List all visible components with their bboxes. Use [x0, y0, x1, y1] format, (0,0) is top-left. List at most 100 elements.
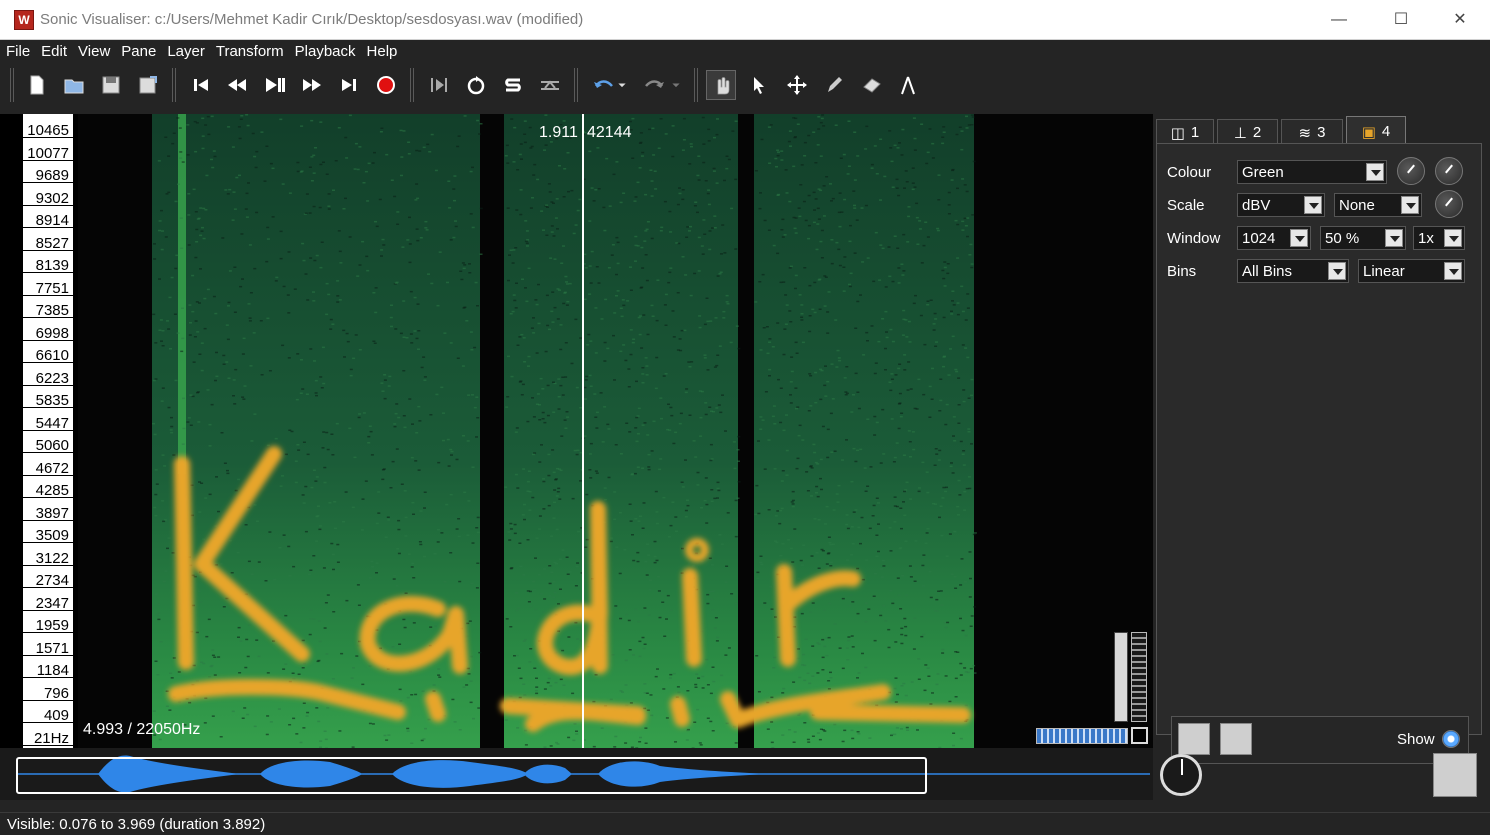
normalization-select[interactable]: None [1334, 193, 1422, 217]
bins-label: Bins [1167, 263, 1197, 280]
new-file-icon [30, 75, 44, 95]
colour-label: Colour [1167, 164, 1212, 181]
draw-tool-icon [828, 77, 842, 92]
playback-speed-dial[interactable] [1160, 754, 1202, 796]
chevron-down-icon [1366, 163, 1384, 181]
loop-button[interactable] [461, 70, 491, 100]
layer-colour-button[interactable] [1220, 723, 1252, 755]
bins-select[interactable]: All Bins [1237, 259, 1349, 283]
menu-edit[interactable]: Edit [35, 40, 72, 64]
window-overlap-select[interactable]: 50 % [1320, 226, 1406, 250]
undo-history-dropdown[interactable] [614, 70, 630, 100]
frequency-tick-label: 3897 [35, 504, 69, 522]
status-text: Visible: 0.076 to 3.969 (duration 3.892) [7, 816, 266, 833]
record-button[interactable] [371, 70, 401, 100]
layer-tabs: ◫ 1 ⊥ 2 ≋ 3 ▣ 4 [1156, 116, 1482, 146]
vertical-zoom-slider[interactable] [1114, 632, 1128, 722]
rewind-start-icon [194, 79, 208, 91]
frequency-tick-label: 10077 [27, 144, 69, 162]
playback-meter-button[interactable] [1178, 723, 1210, 755]
menu-help[interactable]: Help [361, 40, 403, 64]
menu-view[interactable]: View [72, 40, 115, 64]
menu-playback[interactable]: Playback [289, 40, 361, 64]
redo-button[interactable] [640, 70, 670, 100]
menu-file[interactable]: File [0, 40, 35, 64]
open-button[interactable] [59, 70, 89, 100]
play-pause-button[interactable] [260, 70, 290, 100]
window-label: Window [1167, 230, 1221, 247]
threshold-dial[interactable] [1435, 157, 1463, 185]
spectrogram-view[interactable] [78, 114, 1153, 748]
fast-forward-end-button[interactable] [334, 70, 364, 100]
playback-cursor[interactable] [582, 114, 584, 748]
overview-strip[interactable] [0, 748, 1153, 800]
tab-pane-1[interactable]: ◫ 1 [1156, 119, 1214, 145]
toolbar [0, 64, 1490, 106]
chevron-down-icon [1401, 196, 1419, 214]
rewind-start-button[interactable] [186, 70, 216, 100]
navigate-tool-button[interactable] [706, 70, 736, 100]
follow-playback-button[interactable] [535, 70, 565, 100]
chevron-down-icon [1444, 262, 1462, 280]
chevron-down-icon [1328, 262, 1346, 280]
new-file-button[interactable] [22, 70, 52, 100]
solo-button[interactable] [498, 70, 528, 100]
chevron-down-icon [1444, 229, 1462, 247]
tab-waveform-3[interactable]: ≋ 3 [1281, 119, 1343, 145]
draw-tool-button[interactable] [819, 70, 849, 100]
save-as-button[interactable] [133, 70, 163, 100]
scale-select[interactable]: dBV [1237, 193, 1325, 217]
frequency-scale-select[interactable]: Linear [1358, 259, 1465, 283]
app-icon: W [14, 10, 34, 30]
frequency-tick-label: 5835 [35, 392, 69, 410]
menu-pane[interactable]: Pane [115, 40, 161, 64]
frequency-tick-label: 6223 [35, 369, 69, 387]
show-toggle[interactable] [1442, 730, 1460, 748]
tab-spectrogram-4[interactable]: ▣ 4 [1346, 116, 1406, 146]
constrain-playback-button[interactable] [424, 70, 454, 100]
play-pause-icon [266, 78, 285, 92]
select-tool-button[interactable] [744, 70, 774, 100]
measure-tool-button[interactable] [893, 70, 923, 100]
close-button[interactable]: ✕ [1437, 4, 1483, 36]
zoom-reset-button[interactable] [1131, 727, 1148, 744]
fast-forward-button[interactable] [297, 70, 327, 100]
menu-transform[interactable]: Transform [210, 40, 289, 64]
overview-visible-region[interactable] [16, 757, 927, 794]
layer-property-panel: ◫ 1 ⊥ 2 ≋ 3 ▣ 4 Colour Green Scale dBV None … [1153, 114, 1490, 800]
toolbar-separator [694, 68, 698, 102]
frequency-tick-label: 6610 [35, 347, 69, 365]
chevron-down-icon [1304, 196, 1322, 214]
tab-ruler-2[interactable]: ⊥ 2 [1217, 119, 1278, 145]
spectrogram-image [152, 114, 977, 748]
colour-rotation-dial[interactable] [1435, 190, 1463, 218]
frequency-tick-label: 4285 [35, 482, 69, 500]
colour-select[interactable]: Green [1237, 160, 1387, 184]
record-icon [377, 76, 395, 94]
save-button[interactable] [96, 70, 126, 100]
vertical-zoom-wheel[interactable] [1131, 632, 1147, 722]
move-tool-button[interactable] [782, 70, 812, 100]
navigate-tool-icon [717, 77, 730, 95]
horizontal-zoom-wheel[interactable] [1036, 728, 1128, 744]
spectrogram-pane[interactable]: 10465 10077 9689 9302 8914 8527 8139 7751 7385 69… [0, 114, 1153, 748]
sonic-visualiser-window: W Sonic Visualiser: c:/Users/Mehmet Kadi… [0, 0, 1490, 835]
rewind-button[interactable] [222, 70, 252, 100]
redo-history-dropdown[interactable] [668, 70, 684, 100]
pane-readout: 4.993 / 22050Hz [83, 721, 201, 738]
gain-dial[interactable] [1397, 157, 1425, 185]
chevron-down-icon [1385, 229, 1403, 247]
redo-icon [645, 80, 664, 88]
frequency-tick-label: 6998 [35, 324, 69, 342]
show-label: Show [1397, 731, 1435, 748]
output-level-meter[interactable] [1433, 753, 1477, 797]
menu-layer[interactable]: Layer [161, 40, 210, 64]
oversampling-select[interactable]: 1x [1413, 226, 1465, 250]
frequency-tick-label: 5447 [35, 414, 69, 432]
minimize-button[interactable]: — [1316, 4, 1362, 36]
window-size-select[interactable]: 1024 [1237, 226, 1311, 250]
erase-tool-button[interactable] [857, 70, 887, 100]
frequency-tick-label: 8139 [35, 257, 69, 275]
maximize-button[interactable]: ☐ [1378, 4, 1424, 36]
scale-label: Scale [1167, 197, 1205, 214]
